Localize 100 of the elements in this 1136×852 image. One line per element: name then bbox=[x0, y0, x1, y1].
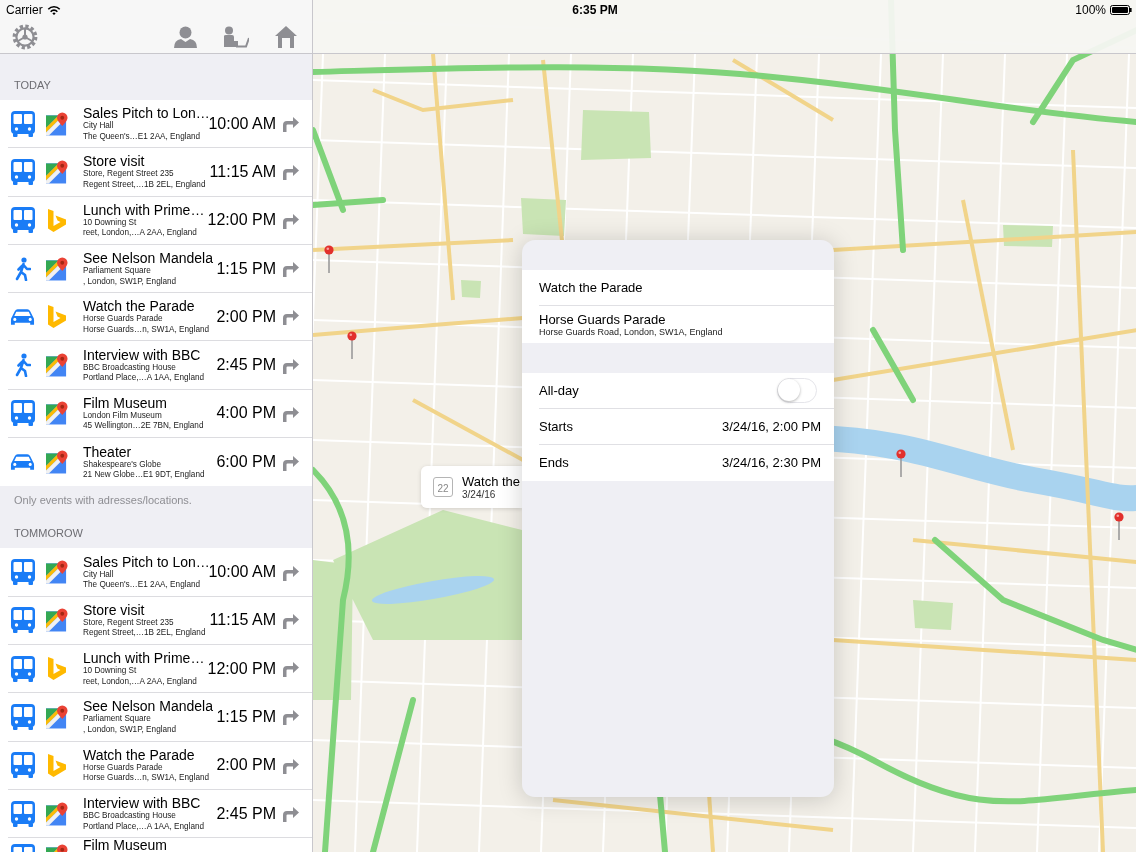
map-pin-tile-icon[interactable] bbox=[46, 704, 68, 729]
house-icon[interactable] bbox=[274, 25, 298, 48]
bus-icon bbox=[10, 703, 35, 730]
event-address: Portland Place,…A 1AA, England bbox=[83, 821, 205, 832]
event-place: Parliament Square bbox=[83, 714, 151, 725]
event-address: The Queen's…E1 2AA, England bbox=[83, 580, 201, 591]
ends-value: 3/24/16, 2:30 PM bbox=[722, 454, 821, 473]
turn-arrow-icon[interactable] bbox=[281, 805, 299, 822]
bus-icon bbox=[10, 752, 35, 779]
map-pin-icon[interactable] bbox=[347, 331, 357, 359]
map-pin-icon[interactable] bbox=[1114, 512, 1124, 540]
event-place: Store, Regent Street 235 bbox=[83, 169, 174, 180]
person-icon[interactable] bbox=[174, 25, 197, 48]
title-field[interactable]: Watch the Parade bbox=[539, 270, 834, 306]
event-time: 10:00 AM bbox=[208, 113, 276, 134]
location-address: Horse Guards Road, London, SW1A, England bbox=[539, 326, 723, 338]
event-address: , London, SW1P, England bbox=[83, 276, 177, 288]
callout-title: Watch the bbox=[462, 473, 521, 489]
bus-icon bbox=[10, 800, 35, 827]
carrier-name: Carrier bbox=[6, 2, 43, 19]
map-pin-tile-icon[interactable] bbox=[46, 450, 68, 475]
person-at-laptop-icon[interactable] bbox=[223, 25, 249, 48]
turn-arrow-icon[interactable] bbox=[281, 163, 299, 181]
map-pin-tile-icon[interactable] bbox=[46, 608, 68, 633]
section-header: TODAY bbox=[13, 77, 52, 93]
event-address: Regent Street,…1B 2EL, England bbox=[83, 628, 206, 639]
map-pin-tile-icon[interactable] bbox=[46, 801, 68, 826]
letter-b-logo-icon[interactable] bbox=[47, 657, 67, 681]
turn-arrow-icon[interactable] bbox=[281, 211, 299, 229]
turn-arrow-icon[interactable] bbox=[281, 660, 299, 678]
event-time: 4:00 PM bbox=[216, 403, 276, 424]
map-pin-tile-icon[interactable] bbox=[46, 353, 68, 378]
calendar-day-badge: 22 bbox=[433, 477, 453, 497]
bus-icon bbox=[10, 110, 35, 137]
map-pin-icon[interactable] bbox=[896, 449, 906, 477]
map-pin-tile-icon[interactable] bbox=[46, 256, 68, 281]
event-place: 10 Downing St bbox=[83, 666, 137, 677]
event-time: 2:45 PM bbox=[216, 803, 276, 824]
map-pin-tile-icon[interactable] bbox=[46, 159, 68, 184]
clock-time: 6:35 PM bbox=[572, 2, 618, 19]
event-place: BBC Broadcasting House bbox=[83, 362, 176, 373]
bus-icon bbox=[10, 158, 35, 185]
event-time: 10:00 AM bbox=[208, 562, 276, 582]
settings-icon[interactable] bbox=[12, 23, 38, 50]
event-place: BBC Broadcasting House bbox=[83, 811, 176, 822]
event-time: 2:45 PM bbox=[216, 355, 276, 376]
map-pin-tile-icon[interactable] bbox=[46, 401, 68, 426]
turn-arrow-icon[interactable] bbox=[281, 404, 299, 422]
ends-row[interactable]: Ends 3/24/16, 2:30 PM bbox=[539, 445, 834, 481]
starts-value: 3/24/16, 2:00 PM bbox=[722, 417, 821, 436]
event-time: 1:15 PM bbox=[216, 706, 276, 727]
turn-arrow-icon[interactable] bbox=[281, 708, 299, 726]
bus-icon bbox=[10, 607, 35, 634]
event-title: Store visit bbox=[83, 153, 145, 170]
event-time: 1:15 PM bbox=[216, 258, 276, 279]
turn-arrow-icon[interactable] bbox=[281, 115, 299, 133]
event-time: 2:00 PM bbox=[216, 306, 276, 327]
starts-label: Starts bbox=[539, 417, 573, 436]
event-address: The Queen's…E1 2AA, England bbox=[83, 131, 201, 143]
turn-arrow-icon[interactable] bbox=[281, 260, 299, 278]
callout-date: 3/24/16 bbox=[462, 488, 496, 501]
turn-arrow-icon[interactable] bbox=[281, 563, 299, 581]
letter-b-logo-icon[interactable] bbox=[47, 753, 67, 777]
event-place: 10 Downing St bbox=[83, 217, 137, 228]
map-pin-tile-icon[interactable] bbox=[46, 560, 68, 584]
all-day-label: All-day bbox=[539, 381, 579, 400]
event-title: See Nelson Mandela bbox=[83, 250, 213, 267]
event-address: 21 New Globe…E1 9DT, England bbox=[83, 470, 205, 481]
event-title: Film Museum bbox=[83, 838, 167, 852]
turn-arrow-icon[interactable] bbox=[281, 356, 299, 374]
turn-arrow-icon[interactable] bbox=[281, 611, 299, 629]
event-address: Horse Guards…n, SW1A, England bbox=[83, 773, 210, 784]
event-title: Watch the Parade bbox=[83, 298, 195, 315]
event-title: Interview with BBC bbox=[83, 346, 201, 363]
event-place: City Hall bbox=[83, 569, 114, 580]
all-day-switch[interactable] bbox=[777, 378, 817, 403]
event-place: Horse Guards Parade bbox=[83, 314, 163, 325]
letter-b-logo-icon[interactable] bbox=[47, 208, 67, 232]
event-address: Regent Street,…1B 2EL, England bbox=[83, 179, 206, 191]
event-title: See Nelson Mandela bbox=[83, 698, 213, 715]
event-time: 11:15 AM bbox=[209, 610, 276, 631]
letter-b-logo-icon[interactable] bbox=[47, 305, 67, 329]
map-callout[interactable]: 22 Watch the 3/24/16 bbox=[421, 466, 522, 508]
location-field[interactable]: Horse Guards Parade Horse Guards Road, London, SW1A, England bbox=[539, 306, 834, 343]
car-icon bbox=[10, 453, 35, 472]
event-place: Store, Regent Street 235 bbox=[83, 617, 174, 629]
walking-person-icon bbox=[14, 353, 31, 378]
wifi-icon bbox=[46, 5, 61, 15]
event-address: reet, London,…A 2AA, England bbox=[83, 676, 197, 688]
turn-arrow-icon[interactable] bbox=[281, 756, 299, 774]
starts-row[interactable]: Starts 3/24/16, 2:00 PM bbox=[539, 409, 834, 445]
event-title: Sales Pitch to Lon… bbox=[83, 105, 210, 122]
event-title: Sales Pitch to Lon… bbox=[83, 553, 210, 570]
bus-icon bbox=[10, 207, 35, 234]
map-pin-icon[interactable] bbox=[324, 245, 334, 273]
ends-label: Ends bbox=[539, 454, 569, 473]
turn-arrow-icon[interactable] bbox=[281, 308, 299, 326]
event-time: 6:00 PM bbox=[216, 452, 276, 473]
turn-arrow-icon[interactable] bbox=[281, 453, 299, 471]
map-pin-tile-icon[interactable] bbox=[46, 111, 68, 136]
